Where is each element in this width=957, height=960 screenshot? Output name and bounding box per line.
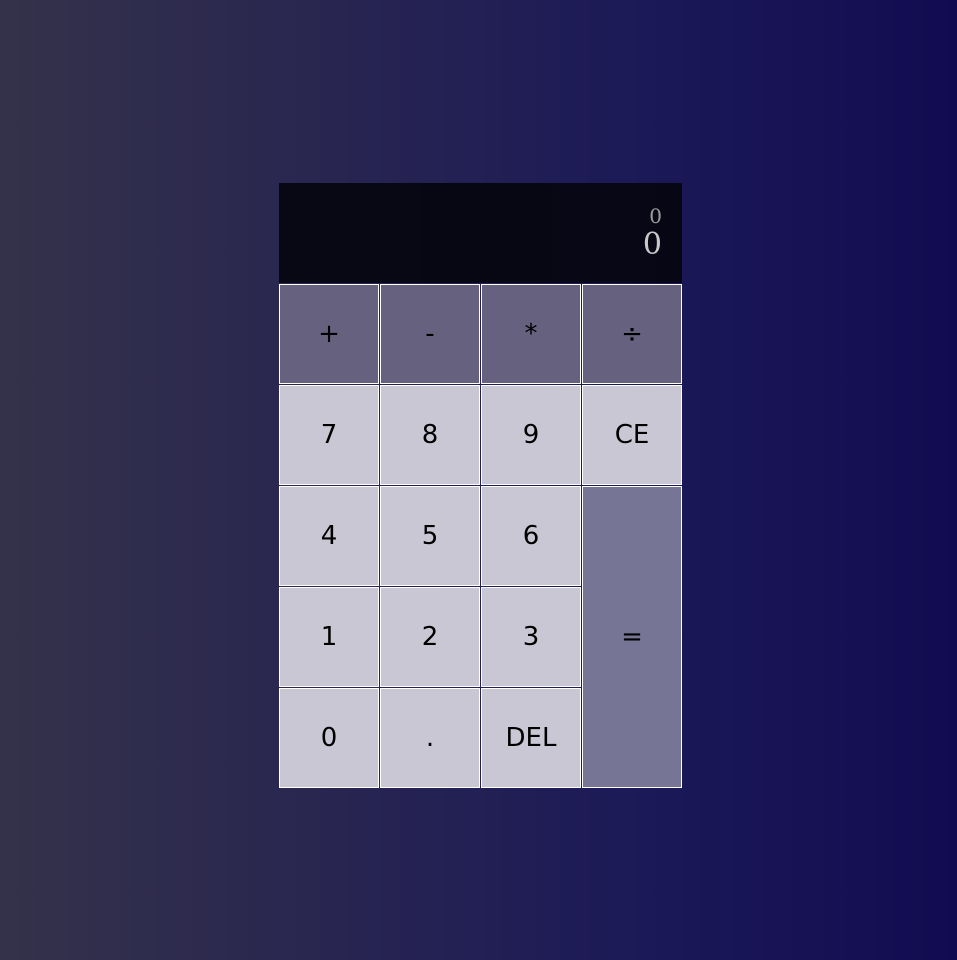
decimal-button[interactable]: . bbox=[380, 688, 480, 788]
calculator: 0 0 + - * ÷ 7 8 9 CE 4 5 6 = 1 2 3 0 . D… bbox=[279, 183, 682, 788]
clear-entry-button[interactable]: CE bbox=[582, 385, 682, 485]
digit-7-button[interactable]: 7 bbox=[279, 385, 379, 485]
digit-5-button[interactable]: 5 bbox=[380, 486, 480, 586]
digit-0-button[interactable]: 0 bbox=[279, 688, 379, 788]
add-button[interactable]: + bbox=[279, 284, 379, 384]
divide-button[interactable]: ÷ bbox=[582, 284, 682, 384]
equals-button[interactable]: = bbox=[582, 486, 682, 788]
previous-operand: 0 bbox=[649, 204, 662, 228]
current-operand: 0 bbox=[642, 227, 662, 262]
digit-1-button[interactable]: 1 bbox=[279, 587, 379, 687]
subtract-button[interactable]: - bbox=[380, 284, 480, 384]
calculator-display: 0 0 bbox=[279, 183, 682, 283]
multiply-button[interactable]: * bbox=[481, 284, 581, 384]
digit-8-button[interactable]: 8 bbox=[380, 385, 480, 485]
digit-9-button[interactable]: 9 bbox=[481, 385, 581, 485]
delete-button[interactable]: DEL bbox=[481, 688, 581, 788]
digit-2-button[interactable]: 2 bbox=[380, 587, 480, 687]
digit-4-button[interactable]: 4 bbox=[279, 486, 379, 586]
digit-3-button[interactable]: 3 bbox=[481, 587, 581, 687]
digit-6-button[interactable]: 6 bbox=[481, 486, 581, 586]
